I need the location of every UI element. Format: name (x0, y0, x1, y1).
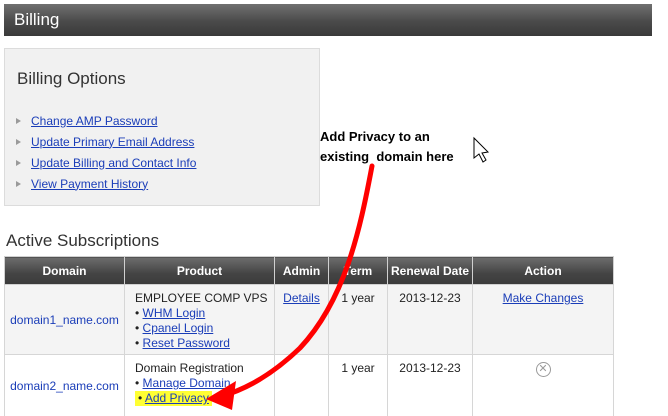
list-item: Update Billing and Contact Info (15, 152, 196, 173)
reset-password-link[interactable]: Reset Password (143, 336, 230, 350)
manage-domain-link[interactable]: Manage Domain (143, 376, 231, 390)
list-item: • WHM Login (135, 306, 206, 320)
subscriptions-table: Domain Product Admin Term Renewal Date A… (4, 256, 614, 416)
column-header-term: Term (328, 256, 388, 285)
admin-cell (274, 354, 329, 416)
product-cell: Domain Registration • Manage Domain • Ad… (124, 354, 275, 416)
highlight-marker: • Add Privacy (135, 391, 212, 406)
active-subscriptions-title: Active Subscriptions (6, 231, 160, 250)
update-email-link[interactable]: Update Primary Email Address (31, 135, 194, 149)
page-header: Billing (4, 4, 652, 36)
list-item: • Add Privacy (135, 391, 274, 406)
billing-options-title: Billing Options (17, 69, 126, 88)
update-billing-contact-link[interactable]: Update Billing and Contact Info (31, 156, 196, 170)
mouse-cursor-icon (473, 136, 490, 163)
bullet-arrow-icon (16, 159, 21, 166)
annotation-callout: Add Privacy to an existing domain here (320, 129, 454, 164)
column-header-action: Action (472, 256, 614, 285)
table-header-row: Domain Product Admin Term Renewal Date A… (4, 256, 614, 285)
list-item: View Payment History (15, 173, 196, 194)
list-item: • Cpanel Login (135, 321, 214, 335)
list-item: • Manage Domain (135, 376, 231, 390)
term-cell: 1 year (328, 354, 388, 416)
view-payment-history-link[interactable]: View Payment History (31, 177, 148, 191)
page-title: Billing (14, 10, 60, 29)
term-cell: 1 year (328, 284, 388, 355)
table-row: domain1_name.com EMPLOYEE COMP VPS • WHM… (4, 284, 614, 355)
product-name: Domain Registration (135, 361, 244, 375)
whm-login-link[interactable]: WHM Login (143, 306, 206, 320)
change-amp-password-link[interactable]: Change AMP Password (31, 114, 158, 128)
renewal-date-cell: 2013-12-23 (387, 284, 473, 355)
product-cell: EMPLOYEE COMP VPS • WHM Login • Cpanel L… (124, 284, 275, 355)
add-privacy-link[interactable]: Add Privacy (145, 391, 209, 405)
billing-options-panel: Billing Options Change AMP Password Upda… (4, 48, 320, 206)
bullet-arrow-icon (16, 180, 21, 187)
action-cell: Make Changes (472, 284, 614, 355)
list-item: Change AMP Password (15, 110, 196, 131)
details-link[interactable]: Details (283, 291, 320, 305)
table-row: domain2_name.com Domain Registration • M… (4, 354, 614, 416)
domain-cell: domain1_name.com (4, 284, 125, 355)
column-header-product: Product (124, 256, 275, 285)
bullet-arrow-icon (16, 117, 21, 124)
column-header-admin: Admin (274, 256, 329, 285)
column-header-domain: Domain (4, 256, 125, 285)
column-header-renewal-date: Renewal Date (387, 256, 473, 285)
billing-options-list: Change AMP Password Update Primary Email… (15, 110, 196, 194)
bullet-arrow-icon (16, 138, 21, 145)
product-name: EMPLOYEE COMP VPS (135, 291, 268, 305)
domain-cell: domain2_name.com (4, 354, 125, 416)
action-cell: ✕ (472, 354, 614, 416)
renewal-date-cell: 2013-12-23 (387, 354, 473, 416)
cancel-circle-icon[interactable]: ✕ (535, 362, 551, 377)
make-changes-link[interactable]: Make Changes (503, 291, 584, 305)
list-item: • Reset Password (135, 336, 230, 350)
list-item: Update Primary Email Address (15, 131, 196, 152)
admin-cell: Details (274, 284, 329, 355)
cpanel-login-link[interactable]: Cpanel Login (143, 321, 214, 335)
